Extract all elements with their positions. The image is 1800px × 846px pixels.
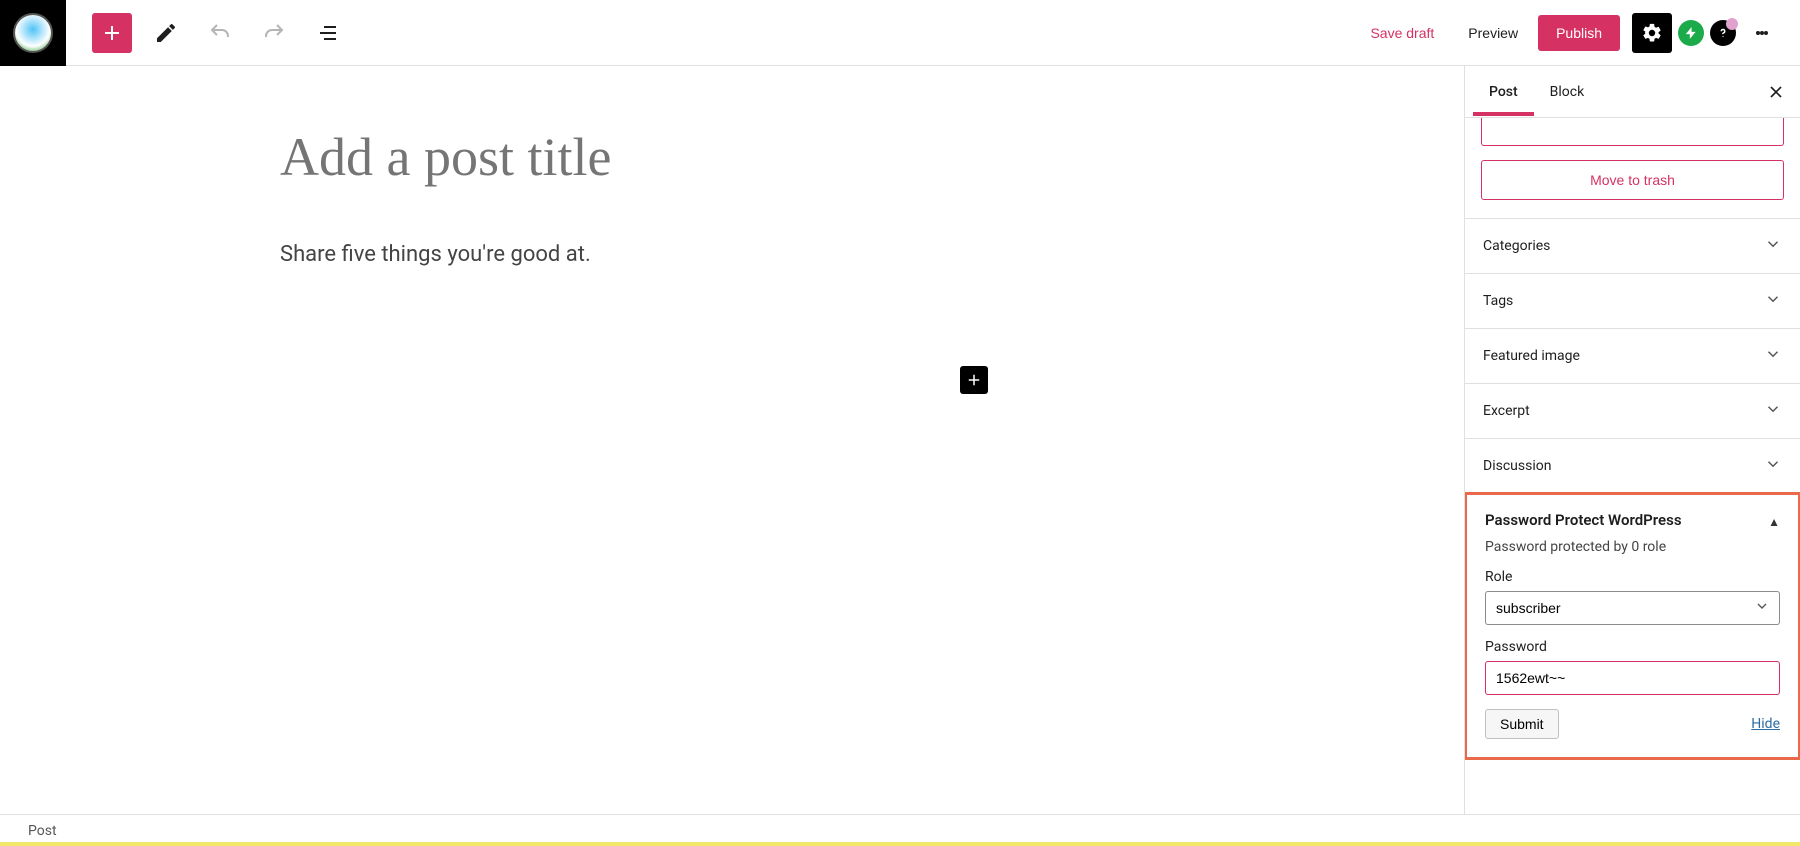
pencil-icon: [154, 21, 178, 45]
close-sidebar-button[interactable]: [1760, 76, 1792, 108]
publish-button[interactable]: Publish: [1538, 15, 1620, 51]
writing-prompt: Share five things you're good at.: [280, 242, 1100, 267]
document-outline-button[interactable]: [308, 13, 348, 53]
inline-add-block-button[interactable]: [960, 366, 988, 394]
panel-discussion[interactable]: Discussion: [1465, 438, 1800, 493]
sidebar-tabs: Post Block: [1465, 66, 1800, 118]
site-avatar: [13, 13, 53, 53]
bolt-icon: [1684, 26, 1698, 40]
triangle-up-icon[interactable]: ▲: [1768, 511, 1780, 529]
toolbar-right: Save draft Preview Publish: [1356, 13, 1800, 53]
role-label: Role: [1485, 569, 1780, 585]
tab-post[interactable]: Post: [1473, 68, 1534, 116]
chevron-down-icon: [1764, 455, 1782, 477]
panel-tags[interactable]: Tags: [1465, 273, 1800, 328]
jetpack-button[interactable]: [1678, 20, 1704, 46]
panel-label: Featured image: [1483, 348, 1580, 364]
hide-link[interactable]: Hide: [1751, 716, 1780, 732]
plugin-subtitle: Password protected by 0 role: [1485, 539, 1780, 555]
tab-block[interactable]: Block: [1534, 68, 1601, 116]
chevron-down-icon: [1764, 345, 1782, 367]
role-select[interactable]: subscriber: [1485, 591, 1780, 625]
plus-icon: [100, 21, 124, 45]
preview-button[interactable]: Preview: [1454, 15, 1532, 51]
undo-icon: [208, 21, 232, 45]
gear-icon: [1641, 22, 1663, 44]
redo-button[interactable]: [254, 13, 294, 53]
partial-panel-edge: [1481, 118, 1784, 146]
settings-sidebar: Post Block Move to trash Categories Tags: [1464, 66, 1800, 814]
outline-icon: [316, 21, 340, 45]
password-protect-panel: Password Protect WordPress ▲ Password pr…: [1465, 492, 1800, 760]
plugin-title: Password Protect WordPress: [1485, 511, 1682, 531]
panel-label: Discussion: [1483, 458, 1551, 474]
top-toolbar: Save draft Preview Publish: [0, 0, 1800, 66]
move-to-trash-button[interactable]: Move to trash: [1481, 160, 1784, 200]
panel-label: Excerpt: [1483, 403, 1530, 419]
x-icon: [1766, 82, 1786, 102]
breadcrumb[interactable]: Post: [28, 823, 57, 839]
edit-mode-button[interactable]: [146, 13, 186, 53]
breadcrumb-bar: Post: [0, 814, 1800, 846]
panel-label: Categories: [1483, 238, 1550, 254]
toolbar-left: [66, 13, 348, 53]
panel-featured-image[interactable]: Featured image: [1465, 328, 1800, 383]
notification-dot: [1726, 18, 1738, 30]
site-logo[interactable]: [0, 0, 66, 66]
panel-label: Tags: [1483, 293, 1513, 309]
add-block-button[interactable]: [92, 13, 132, 53]
editor-canvas[interactable]: Share five things you're good at.: [0, 66, 1464, 814]
more-options-button[interactable]: [1742, 13, 1782, 53]
panel-categories[interactable]: Categories: [1465, 218, 1800, 273]
help-button[interactable]: [1710, 20, 1736, 46]
submit-button[interactable]: Submit: [1485, 709, 1559, 739]
chevron-down-icon: [1764, 400, 1782, 422]
undo-button[interactable]: [200, 13, 240, 53]
save-draft-button[interactable]: Save draft: [1356, 15, 1448, 51]
chevron-down-icon: [1764, 290, 1782, 312]
sidebar-body: Move to trash Categories Tags Featured i…: [1465, 118, 1800, 814]
panel-excerpt[interactable]: Excerpt: [1465, 383, 1800, 438]
password-input[interactable]: [1485, 661, 1780, 695]
post-title-input[interactable]: [280, 126, 1100, 188]
redo-icon: [262, 21, 286, 45]
password-label: Password: [1485, 639, 1780, 655]
settings-toggle[interactable]: [1632, 13, 1672, 53]
plus-icon: [965, 371, 983, 389]
chevron-down-icon: [1764, 235, 1782, 257]
workspace: Share five things you're good at. Post B…: [0, 66, 1800, 814]
